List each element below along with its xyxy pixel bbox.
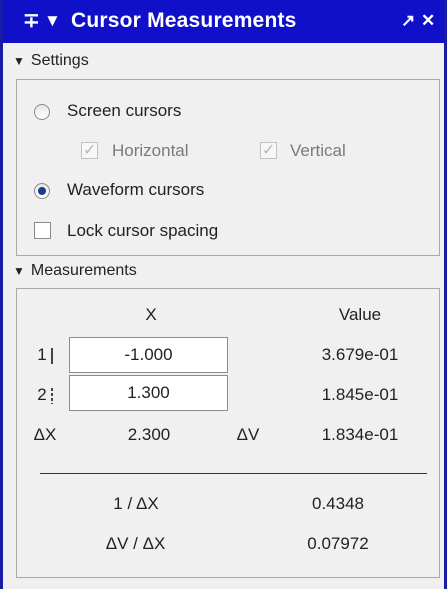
panel-menu-icon[interactable]: ▼ xyxy=(44,8,61,34)
settings-header-label: Settings xyxy=(30,52,89,69)
value-column-header: Value xyxy=(338,305,382,324)
screen-cursors-radio[interactable] xyxy=(34,104,50,120)
cursor-2-dashed-marker-icon xyxy=(51,388,53,404)
cursor-measurements-panel: ∓ ▼ Cursor Measurements ↗ ✕ ▼ Settings Sc… xyxy=(0,0,447,589)
vertical-checkbox[interactable]: ✓ xyxy=(260,142,277,159)
cursor-1-x-input[interactable] xyxy=(69,337,228,373)
measurements-header-label: Measurements xyxy=(30,262,137,279)
checkmark-icon: ✓ xyxy=(83,142,97,159)
panel-title: Cursor Measurements xyxy=(71,9,297,32)
vertical-label[interactable]: Vertical xyxy=(290,141,346,161)
cursor-1-solid-marker-icon xyxy=(51,348,53,364)
lock-cursor-spacing-label[interactable]: Lock cursor spacing xyxy=(67,221,218,241)
collapse-triangle-icon: ▼ xyxy=(13,54,25,68)
settings-group: Screen cursors ✓ Horizontal ✓ Vertical W… xyxy=(16,79,440,256)
waveform-cursors-label[interactable]: Waveform cursors xyxy=(67,180,204,200)
waveform-cursors-radio[interactable] xyxy=(34,183,50,199)
panel-titlebar: ∓ ▼ Cursor Measurements ↗ ✕ xyxy=(3,0,444,43)
checkmark-icon: ✓ xyxy=(262,142,276,159)
delta-v-over-delta-x-label: ΔV / ΔX xyxy=(105,534,166,553)
delta-v-over-delta-x-value: 0.07972 xyxy=(307,534,369,553)
delta-x-label: ΔX xyxy=(33,425,57,444)
cursor-1-value: 3.679e-01 xyxy=(321,345,399,364)
x-column-header: X xyxy=(145,305,157,324)
measurements-divider xyxy=(40,473,427,474)
delta-x-value: 2.300 xyxy=(127,425,171,444)
screen-cursors-label[interactable]: Screen cursors xyxy=(67,101,181,121)
cursor-2-value: 1.845e-01 xyxy=(321,385,399,404)
delta-v-value: 1.834e-01 xyxy=(321,425,399,444)
delta-v-label: ΔV xyxy=(236,425,260,444)
measurements-section-header[interactable]: ▼ Measurements xyxy=(13,261,137,281)
settings-section-header[interactable]: ▼ Settings xyxy=(13,51,89,71)
inverse-delta-x-value: 0.4348 xyxy=(312,494,364,513)
cursor-2-x-input[interactable] xyxy=(69,375,228,411)
lock-cursor-spacing-checkbox[interactable] xyxy=(34,222,51,239)
cursor-1-label: 1 xyxy=(37,345,47,364)
cursor-2-label: 2 xyxy=(37,385,47,404)
pin-icon[interactable]: ∓ xyxy=(23,8,40,34)
horizontal-checkbox[interactable]: ✓ xyxy=(81,142,98,159)
horizontal-label[interactable]: Horizontal xyxy=(112,141,189,161)
undock-icon[interactable]: ↗ xyxy=(401,8,415,34)
collapse-triangle-icon: ▼ xyxy=(13,264,25,278)
inverse-delta-x-label: 1 / ΔX xyxy=(113,494,159,513)
close-icon[interactable]: ✕ xyxy=(421,8,435,34)
